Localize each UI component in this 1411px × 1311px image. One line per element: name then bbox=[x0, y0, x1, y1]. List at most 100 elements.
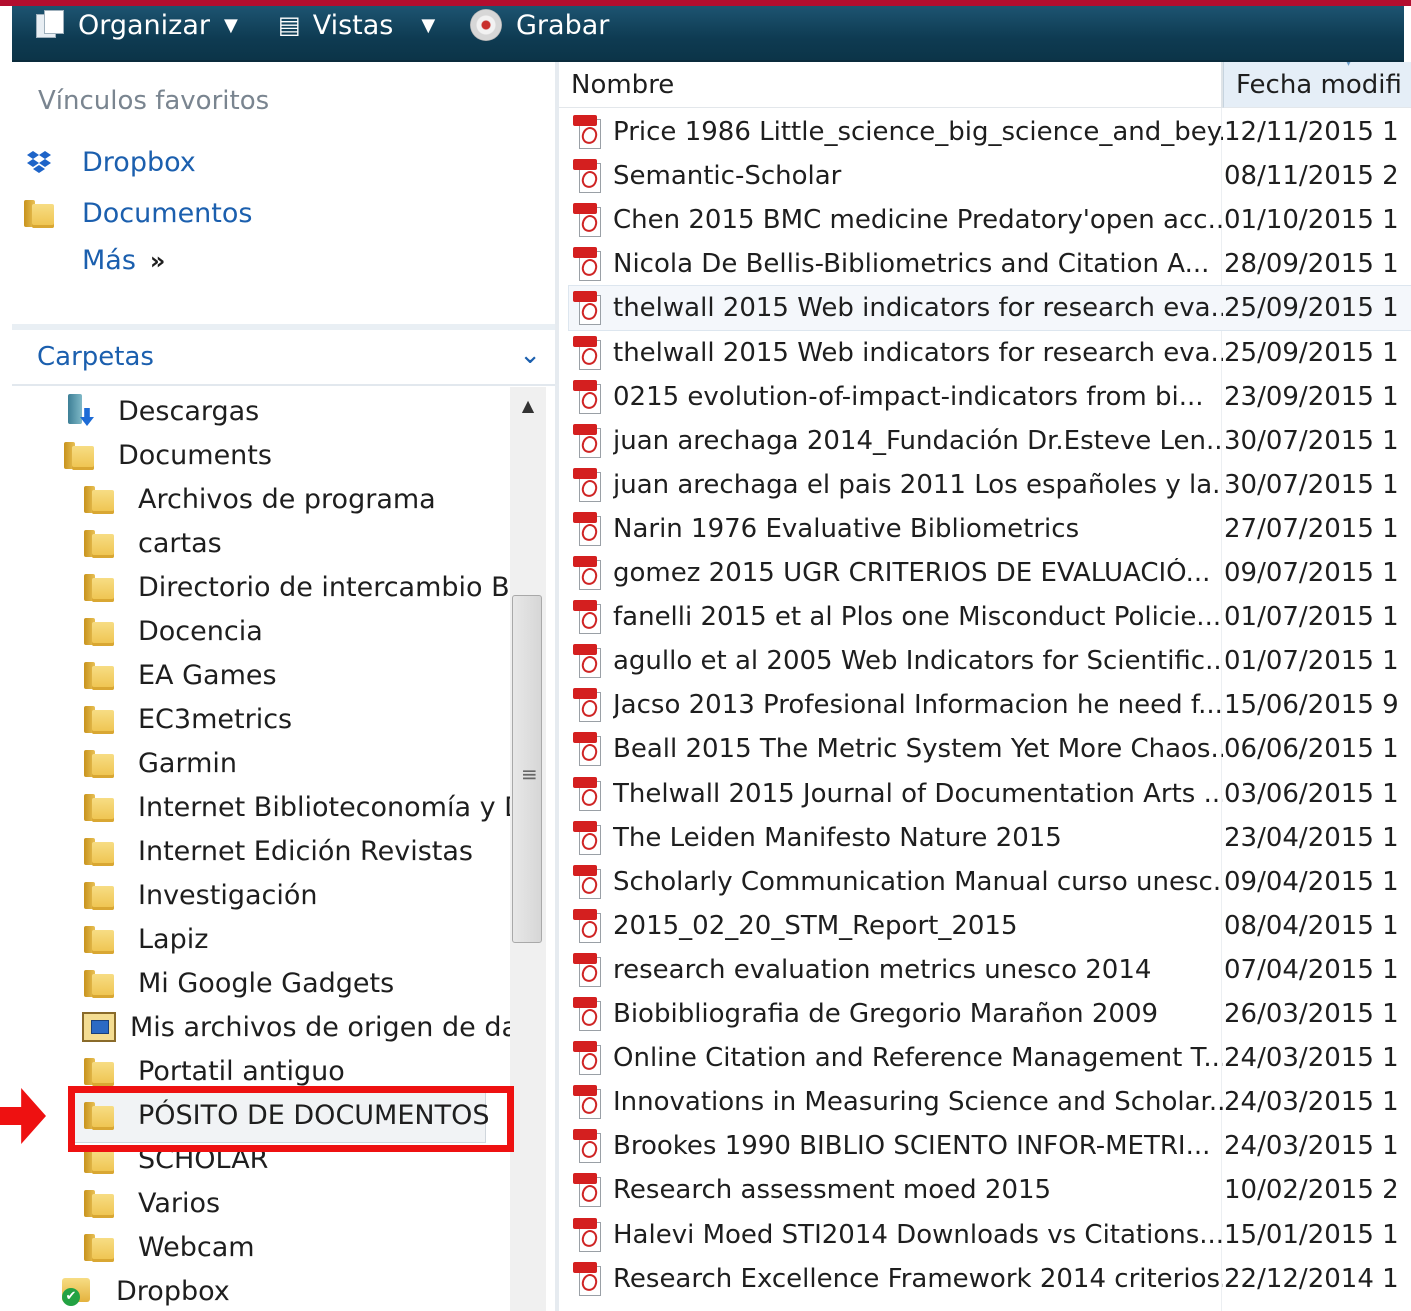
folder-tree-item[interactable]: EC3metrics bbox=[82, 697, 292, 741]
table-row[interactable]: agullo et al 2005 Web Indicators for Sci… bbox=[569, 639, 1411, 683]
chevron-down-icon[interactable]: ⌄ bbox=[519, 340, 541, 370]
folder-tree-item[interactable]: Lapiz bbox=[82, 917, 208, 961]
grabar-label: Grabar bbox=[516, 9, 610, 41]
folder-icon bbox=[82, 792, 116, 822]
favorites-title: Vínculos favoritos bbox=[38, 86, 270, 116]
folders-header[interactable]: Carpetas ⌄ bbox=[12, 330, 555, 386]
file-date: 08/11/2015 2 bbox=[1224, 161, 1399, 192]
favorite-label: Dropbox bbox=[82, 146, 196, 178]
folder-tree-item[interactable]: Webcam bbox=[82, 1225, 255, 1269]
folder-icon bbox=[82, 572, 116, 602]
folder-icon bbox=[82, 1232, 116, 1262]
table-row[interactable]: The Leiden Manifesto Nature 2015 23/04/20… bbox=[569, 816, 1411, 860]
scroll-up-arrow-icon[interactable]: ▲ bbox=[510, 387, 546, 423]
table-row[interactable]: Semantic-Scholar 08/11/2015 2 bbox=[569, 154, 1411, 198]
file-name: thelwall 2015 Web indicators for researc… bbox=[613, 293, 1223, 324]
table-row[interactable]: thelwall 2015 Web indicators for researc… bbox=[568, 285, 1411, 332]
table-row[interactable]: Biobibliografia de Gregorio Marañon 2009… bbox=[569, 992, 1411, 1036]
sort-indicator-icon: ▾ bbox=[1345, 62, 1353, 70]
table-row[interactable]: research evaluation metrics unesco 2014 0… bbox=[569, 948, 1411, 992]
file-name: research evaluation metrics unesco 2014 bbox=[613, 954, 1152, 985]
table-row[interactable]: Halevi Moed STI2014 Downloads vs Citatio… bbox=[569, 1213, 1411, 1257]
table-row[interactable]: Brookes 1990 BIBLIO SCIENTO INFOR-METRI.… bbox=[569, 1124, 1411, 1168]
folder-icon bbox=[82, 836, 116, 866]
folder-tree-item[interactable]: Internet Edición Revistas bbox=[82, 829, 473, 873]
table-row[interactable]: gomez 2015 UGR CRITERIOS DE EVALUACIÓ...… bbox=[569, 551, 1411, 595]
table-row[interactable]: Price 1986 Little_science_big_science_an… bbox=[569, 110, 1411, 154]
folder-tree-item[interactable]: Dropbox bbox=[62, 1269, 230, 1311]
file-date: 23/04/2015 1 bbox=[1224, 822, 1399, 853]
file-name: agullo et al 2005 Web Indicators for Sci… bbox=[613, 646, 1223, 677]
file-date: 23/09/2015 1 bbox=[1224, 381, 1399, 412]
column-header-date[interactable]: Fecha modifi bbox=[1223, 62, 1411, 108]
folder-tree-item[interactable]: Directorio de intercambio Blu bbox=[82, 565, 510, 609]
vistas-button[interactable]: ▤ Vistas ▼ bbox=[278, 6, 435, 44]
file-date: 15/01/2015 1 bbox=[1224, 1219, 1399, 1250]
grabar-button[interactable]: Grabar bbox=[470, 6, 609, 44]
folder-tree-item[interactable]: Investigación bbox=[82, 873, 317, 917]
file-date: 30/07/2015 1 bbox=[1224, 425, 1399, 456]
data-sources-folder-icon bbox=[82, 1012, 116, 1042]
pdf-file-icon bbox=[573, 291, 603, 326]
folder-tree-item[interactable]: EA Games bbox=[82, 653, 277, 697]
file-name: 2015_02_20_STM_Report_2015 bbox=[613, 910, 1018, 941]
folder-tree-label: Docencia bbox=[138, 615, 263, 647]
table-row[interactable]: Research Excellence Framework 2014 crite… bbox=[569, 1257, 1411, 1301]
file-date: 30/07/2015 1 bbox=[1224, 469, 1399, 500]
folder-tree-item[interactable]: Docencia bbox=[82, 609, 263, 653]
grip-icon: ≡ bbox=[521, 762, 538, 786]
folder-tree-label: Directorio de intercambio Blu bbox=[138, 571, 510, 603]
folder-tree-item[interactable]: Mi Google Gadgets bbox=[82, 961, 394, 1005]
folder-tree-item[interactable]: Mis archivos de origen de dat bbox=[82, 1005, 510, 1049]
file-name: The Leiden Manifesto Nature 2015 bbox=[613, 822, 1062, 853]
dropbox-icon bbox=[24, 150, 54, 174]
file-date: 15/06/2015 9 bbox=[1224, 690, 1399, 721]
pdf-file-icon bbox=[573, 159, 603, 194]
table-row[interactable]: juan arechaga 2014_Fundación Dr.Esteve L… bbox=[569, 419, 1411, 463]
folder-tree-label: Descargas bbox=[118, 395, 260, 427]
folder-tree-item[interactable]: Descargas bbox=[62, 389, 259, 433]
file-name: Online Citation and Reference Management… bbox=[613, 1043, 1223, 1074]
table-row[interactable]: Jacso 2013 Profesional Informacion he ne… bbox=[569, 683, 1411, 727]
table-row[interactable]: Research assessment moed 2015 10/02/2015 … bbox=[569, 1168, 1411, 1212]
table-row[interactable]: thelwall 2015 Web indicators for researc… bbox=[569, 331, 1411, 375]
pdf-file-icon bbox=[573, 1261, 603, 1296]
folder-tree-item[interactable]: Documents bbox=[62, 433, 272, 477]
organizar-button[interactable]: Organizar ▼ bbox=[34, 6, 238, 44]
folder-tree-item[interactable]: Varios bbox=[82, 1181, 220, 1225]
file-name: fanelli 2015 et al Plos one Misconduct P… bbox=[613, 602, 1222, 633]
folder-tree-item[interactable]: Internet Biblioteconomía y Dc bbox=[82, 785, 510, 829]
table-row[interactable]: Online Citation and Reference Management… bbox=[569, 1036, 1411, 1080]
table-row[interactable]: Beall 2015 The Metric System Yet More Ch… bbox=[569, 727, 1411, 771]
folder-tree-scrollbar[interactable]: ▲ ≡ bbox=[510, 387, 546, 1311]
pdf-file-icon bbox=[573, 732, 603, 767]
table-row[interactable]: Narin 1976 Evaluative Bibliometrics 27/07… bbox=[569, 507, 1411, 551]
table-row[interactable]: 2015_02_20_STM_Report_2015 08/04/2015 1 bbox=[569, 904, 1411, 948]
column-header-name[interactable]: Nombre bbox=[559, 62, 1221, 108]
table-row[interactable]: Scholarly Communication Manual curso une… bbox=[569, 860, 1411, 904]
file-date: 26/03/2015 1 bbox=[1224, 999, 1399, 1029]
more-links-button[interactable]: Más » bbox=[82, 245, 165, 276]
file-name: Halevi Moed STI2014 Downloads vs Citatio… bbox=[613, 1219, 1223, 1250]
favorite-link-documentos[interactable]: Documentos bbox=[24, 193, 252, 233]
table-row[interactable]: Nicola De Bellis-Bibliometrics and Citat… bbox=[569, 242, 1411, 286]
file-date: 27/07/2015 1 bbox=[1224, 513, 1399, 544]
folder-icon bbox=[82, 616, 116, 646]
scrollbar-thumb[interactable]: ≡ bbox=[512, 595, 542, 943]
folder-tree-label: Internet Edición Revistas bbox=[138, 835, 473, 867]
favorite-link-dropbox[interactable]: Dropbox bbox=[24, 142, 196, 182]
double-chevron-right-icon: » bbox=[149, 246, 166, 275]
folder-tree-item[interactable]: cartas bbox=[82, 521, 222, 565]
folder-icon bbox=[82, 924, 116, 954]
table-row[interactable]: Chen 2015 BMC medicine Predatory'open ac… bbox=[569, 198, 1411, 242]
table-row[interactable]: fanelli 2015 et al Plos one Misconduct P… bbox=[569, 595, 1411, 639]
table-row[interactable]: Innovations in Measuring Science and Sch… bbox=[569, 1080, 1411, 1124]
table-row[interactable]: juan arechaga el pais 2011 Los españoles… bbox=[569, 463, 1411, 507]
file-date: 10/02/2015 2 bbox=[1224, 1175, 1399, 1206]
folder-tree-label: Portatil antiguo bbox=[138, 1055, 345, 1087]
table-row[interactable]: 0215 evolution-of-impact-indicators from… bbox=[569, 375, 1411, 419]
folder-tree-item[interactable]: Archivos de programa bbox=[82, 477, 436, 521]
folder-tree-item[interactable]: Garmin bbox=[82, 741, 237, 785]
folder-tree-label: Investigación bbox=[138, 879, 318, 911]
table-row[interactable]: Thelwall 2015 Journal of Documentation A… bbox=[569, 772, 1411, 816]
